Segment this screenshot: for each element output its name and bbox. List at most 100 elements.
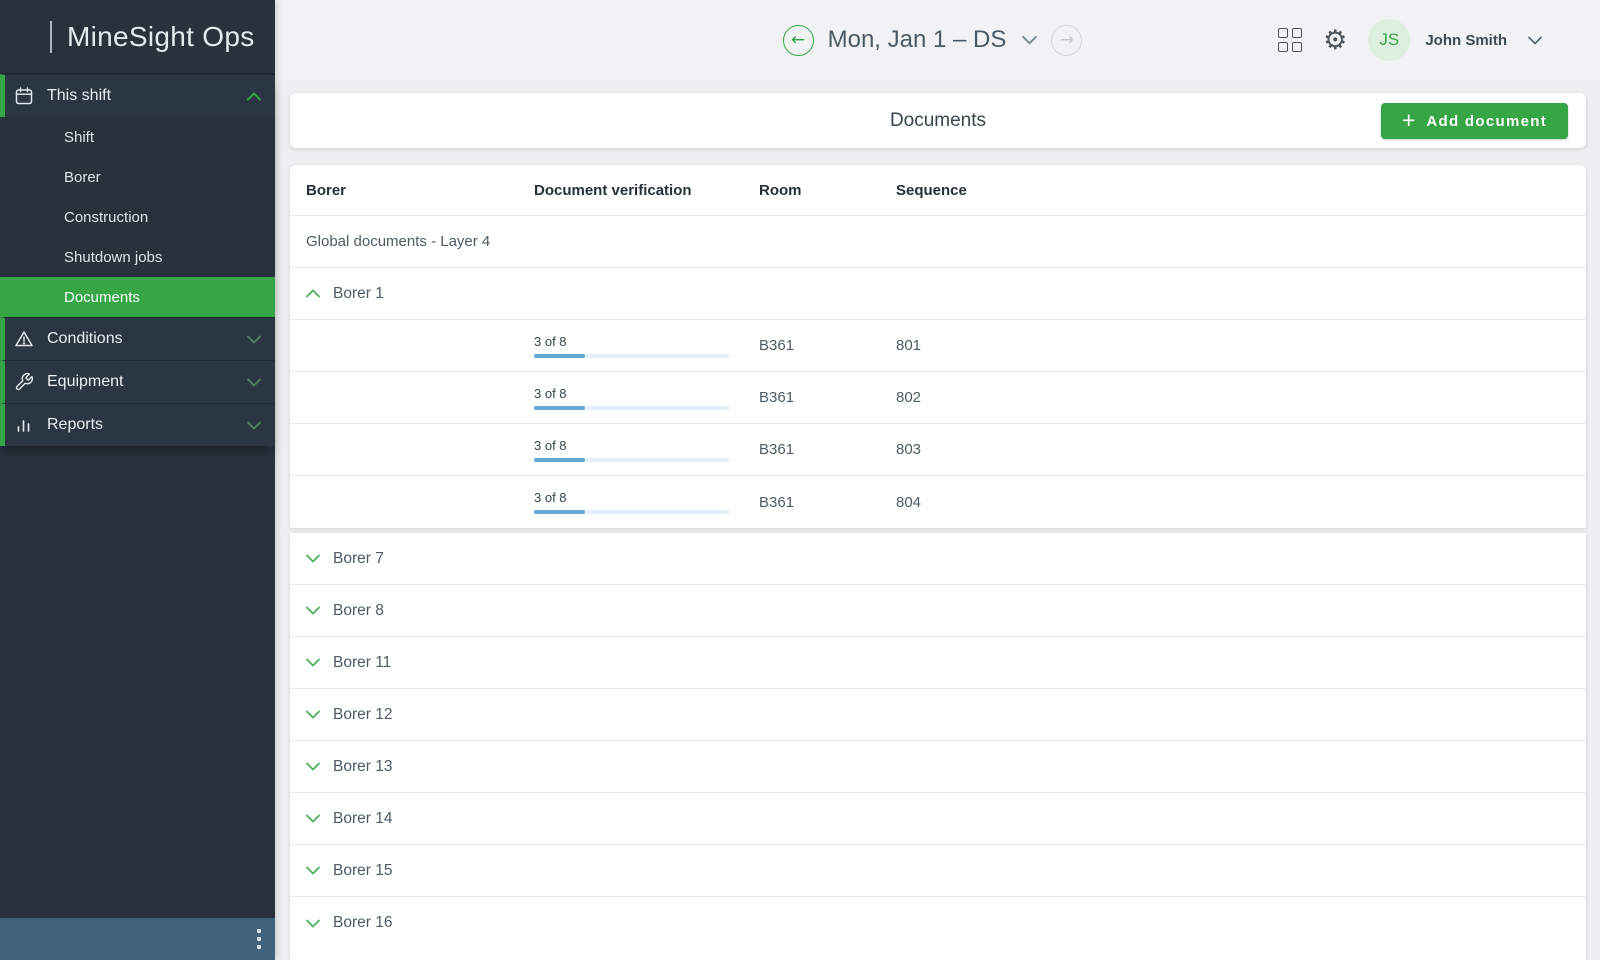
add-document-button[interactable]: + Add document <box>1381 103 1568 139</box>
group-label: Borer 13 <box>333 758 392 776</box>
group-toggle[interactable]: Borer 12 <box>290 706 518 724</box>
group-toggle[interactable]: Borer 13 <box>290 758 518 776</box>
verification-cell: 3 of 8 <box>518 438 743 462</box>
sidebar-item-documents[interactable]: Documents <box>0 277 275 317</box>
progress-fill <box>534 458 585 462</box>
group-row-borer-16[interactable]: Borer 16 <box>290 897 1586 949</box>
progress-fill <box>534 354 585 358</box>
add-document-label: Add document <box>1426 113 1547 130</box>
group-row-borer-8[interactable]: Borer 8 <box>290 585 1586 637</box>
bar-chart-icon <box>14 415 34 435</box>
group-label: Borer 12 <box>333 706 392 724</box>
sidebar-item-shutdown-jobs[interactable]: Shutdown jobs <box>0 237 275 277</box>
next-shift-button[interactable]: → <box>1051 25 1082 56</box>
group-row-borer-14[interactable]: Borer 14 <box>290 793 1586 845</box>
document-row[interactable]: 3 of 8 B361 803 <box>290 424 1586 476</box>
group-label: Borer 16 <box>333 914 392 932</box>
page-header-card: Documents + Add document <box>290 93 1586 148</box>
document-row[interactable]: 3 of 8 B361 802 <box>290 372 1586 424</box>
room-cell: B361 <box>743 389 880 406</box>
group-toggle[interactable]: Borer 1 <box>290 285 518 303</box>
table-header-row: Borer Document verification Room Sequenc… <box>290 165 1586 216</box>
sidebar-item-this-shift[interactable]: This shift <box>0 74 275 117</box>
column-header-sequence: Sequence <box>880 182 1586 199</box>
column-header-room: Room <box>743 182 880 199</box>
document-row[interactable]: 3 of 8 B361 801 <box>290 320 1586 372</box>
sidebar-item-reports[interactable]: Reports <box>0 403 275 446</box>
top-bar-right: ⚙ JS John Smith <box>1278 0 1542 80</box>
group-row-borer-11[interactable]: Borer 11 <box>290 637 1586 689</box>
chevron-down-icon <box>247 335 261 344</box>
verification-cell: 3 of 8 <box>518 386 743 410</box>
progress-bar <box>534 458 729 462</box>
sidebar-item-label: Equipment <box>47 373 247 391</box>
sidebar-item-equipment[interactable]: Equipment <box>0 360 275 403</box>
verification-label: 3 of 8 <box>534 386 743 401</box>
app-window: MineSight Ops This shift Shift <box>0 0 1600 960</box>
sequence-cell: 803 <box>880 441 1586 458</box>
verification-cell: 3 of 8 <box>518 490 743 514</box>
chevron-down-icon <box>306 710 320 719</box>
collapsed-groups-table: Borer 7 Borer 8 Borer 11 <box>290 533 1586 960</box>
shift-date-navigator: ← Mon, Jan 1 – DS → <box>783 25 1083 56</box>
group-toggle[interactable]: Borer 16 <box>290 914 518 932</box>
sidebar-item-label: This shift <box>47 87 247 105</box>
room-cell: B361 <box>743 441 880 458</box>
progress-bar <box>534 354 729 358</box>
avatar[interactable]: JS <box>1368 19 1410 61</box>
this-shift-submenu: Shift Borer Construction Shutdown jobs D… <box>0 117 275 317</box>
page-title: Documents <box>890 110 986 132</box>
group-row-borer-1[interactable]: Borer 1 <box>290 268 1586 320</box>
kebab-menu-icon[interactable] <box>257 929 261 949</box>
group-row-borer-15[interactable]: Borer 15 <box>290 845 1586 897</box>
chevron-down-icon <box>306 762 320 771</box>
group-row-borer-13[interactable]: Borer 13 <box>290 741 1586 793</box>
verification-label: 3 of 8 <box>534 490 743 505</box>
group-label: Borer 7 <box>333 550 384 568</box>
top-bar: ← Mon, Jan 1 – DS → ⚙ JS John Smith <box>275 0 1600 80</box>
global-documents-row[interactable]: Global documents - Layer 4 <box>290 216 1586 268</box>
sidebar: MineSight Ops This shift Shift <box>0 0 275 960</box>
sidebar-item-shift[interactable]: Shift <box>0 117 275 157</box>
group-toggle[interactable]: Borer 15 <box>290 862 518 880</box>
apps-grid-icon[interactable] <box>1278 28 1302 52</box>
group-toggle[interactable]: Borer 7 <box>290 550 518 568</box>
sidebar-item-borer[interactable]: Borer <box>0 157 275 197</box>
warning-triangle-icon <box>14 329 34 349</box>
column-header-document-verification: Document verification <box>518 182 743 199</box>
group-label: Borer 15 <box>333 862 392 880</box>
group-label: Borer 14 <box>333 810 392 828</box>
global-documents-label: Global documents - Layer 4 <box>290 233 1586 250</box>
content-area: Documents + Add document Borer Document … <box>275 80 1600 960</box>
chevron-down-icon <box>306 866 320 875</box>
chevron-down-icon[interactable] <box>1022 35 1037 45</box>
group-toggle[interactable]: Borer 11 <box>290 654 518 672</box>
chevron-up-icon <box>247 92 261 101</box>
chevron-down-icon <box>247 378 261 387</box>
progress-bar <box>534 406 729 410</box>
chevron-down-icon[interactable] <box>1528 36 1542 45</box>
shift-date-label[interactable]: Mon, Jan 1 – DS <box>828 26 1007 54</box>
sidebar-nav: This shift Shift Borer Construction Shut… <box>0 74 275 446</box>
chevron-down-icon <box>306 814 320 823</box>
sequence-cell: 801 <box>880 337 1586 354</box>
sidebar-item-construction[interactable]: Construction <box>0 197 275 237</box>
group-toggle[interactable]: Borer 14 <box>290 810 518 828</box>
user-name[interactable]: John Smith <box>1425 32 1507 49</box>
plus-icon: + <box>1402 109 1415 132</box>
gear-icon[interactable]: ⚙ <box>1323 27 1347 54</box>
group-toggle[interactable]: Borer 8 <box>290 602 518 620</box>
brand-divider <box>50 21 52 53</box>
sequence-cell: 802 <box>880 389 1586 406</box>
documents-table: Borer Document verification Room Sequenc… <box>290 165 1586 528</box>
verification-label: 3 of 8 <box>534 438 743 453</box>
group-row-borer-12[interactable]: Borer 12 <box>290 689 1586 741</box>
sidebar-item-conditions[interactable]: Conditions <box>0 317 275 360</box>
group-row-borer-7[interactable]: Borer 7 <box>290 533 1586 585</box>
previous-shift-button[interactable]: ← <box>783 25 814 56</box>
wrench-icon <box>14 372 34 392</box>
document-row[interactable]: 3 of 8 B361 804 <box>290 476 1586 528</box>
sidebar-bottom-bar <box>0 918 275 960</box>
progress-bar <box>534 510 729 514</box>
chevron-up-icon <box>306 289 320 298</box>
